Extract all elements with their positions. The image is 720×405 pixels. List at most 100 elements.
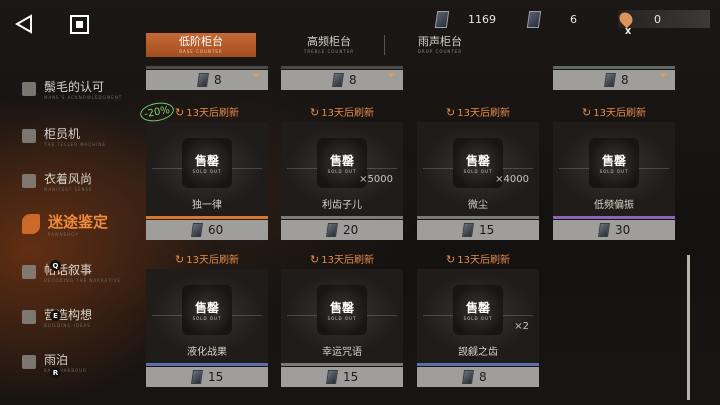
item-display: 售罄 SOLD OUT 独一律 xyxy=(146,122,268,218)
refresh-timer-text: 13天后刷新 xyxy=(321,255,374,266)
tab-base-counter[interactable]: 低阶柜台 BASE COUNTER xyxy=(146,33,256,57)
refresh-timer-text: 13天后刷新 xyxy=(457,255,510,266)
teller-icon xyxy=(22,129,36,143)
refresh-timer: ↻ 13天后刷新 xyxy=(146,104,268,119)
tab-sub-label: DROP COUNTER xyxy=(417,48,463,54)
refresh-icon: ↻ xyxy=(446,106,456,119)
currency-card[interactable]: 1169 xyxy=(434,10,496,28)
sold-out-sub: SOLD OUT xyxy=(599,169,629,174)
sidebar-item-pawnshop[interactable]: 迷途鉴定 PAWNSHOP xyxy=(22,211,108,237)
item-display: 售罄 SOLD OUT 幸运咒语 xyxy=(281,269,403,365)
price-bar[interactable]: 15 xyxy=(146,367,268,387)
back-button[interactable] xyxy=(14,14,34,37)
refresh-icon: ↻ xyxy=(310,106,320,119)
item-quantity: ×2 xyxy=(514,321,529,332)
sold-out-label: 售罄 SOLD OUT xyxy=(146,299,268,321)
stop-square-icon xyxy=(76,21,83,28)
stop-button[interactable] xyxy=(70,15,89,34)
item-quantity: ×5000 xyxy=(359,174,393,185)
sidebar-item-fashion[interactable]: 衣着风尚 MANIFEST SENSE xyxy=(22,170,93,192)
sold-out-label: 售罄 SOLD OUT xyxy=(281,299,403,321)
item-accent-strip xyxy=(281,66,403,69)
price-value: 8 xyxy=(621,73,629,87)
currency-ticket[interactable]: 6 xyxy=(526,10,577,28)
rarity-accent-bar xyxy=(146,216,268,219)
price-bar[interactable]: 8 xyxy=(281,70,403,90)
ticket-currency-icon xyxy=(526,10,542,28)
rain-harbour-icon xyxy=(22,355,36,369)
item-display: 售罄 SOLD OUT ×2 觊觎之齿 xyxy=(417,269,539,365)
currency-value: 6 xyxy=(570,12,577,26)
card-currency-icon xyxy=(191,223,203,237)
scrollbar[interactable] xyxy=(687,255,690,400)
item-name: 利齿子儿 xyxy=(322,200,362,211)
sidebar-item-sub: MANIFEST SENSE xyxy=(44,187,93,192)
sold-out-text: 售罄 xyxy=(465,154,490,168)
mane-icon xyxy=(22,82,36,96)
sold-out-label: 售罄 SOLD OUT xyxy=(417,152,539,174)
narrative-icon xyxy=(22,265,36,279)
item-quantity: ×4000 xyxy=(495,174,529,185)
price-bar[interactable]: 60 xyxy=(146,220,268,240)
price-value: 30 xyxy=(615,223,631,237)
building-icon xyxy=(22,310,36,324)
shop-item-card[interactable]: ↻ 13天后刷新 售罄 SOLD OUT 低频偏振 30 xyxy=(553,104,675,240)
tab-treble-counter[interactable]: 高频柜台 TREBLE COUNTER xyxy=(274,33,384,57)
rarity-accent-bar xyxy=(281,363,403,366)
sidebar-item-narrative[interactable]: 帖话叙事 DECODING THE NARRATIVE xyxy=(22,261,121,283)
item-name: 幸运咒语 xyxy=(322,347,362,358)
refresh-icon: ↻ xyxy=(310,253,320,266)
key-hint-r: R xyxy=(50,367,61,378)
price-bar[interactable]: 8 xyxy=(553,70,675,90)
shop-item-card[interactable]: ↻ 13天后刷新 售罄 SOLD OUT ×5000 利齿子儿 20 xyxy=(281,104,403,240)
sidebar-item-mane[interactable]: 鬃毛的认可 MANE'S ACKNOWLEDGMENT xyxy=(22,78,122,100)
item-display: 售罄 SOLD OUT 低频偏振 xyxy=(553,122,675,218)
price-value: 20 xyxy=(343,223,359,237)
sold-out-text: 售罄 xyxy=(329,301,354,315)
price-value: 15 xyxy=(208,370,224,384)
card-currency-icon xyxy=(332,73,344,87)
triangle-marker-icon xyxy=(252,73,260,78)
currency-pin[interactable]: 0 X xyxy=(616,9,710,36)
fashion-icon xyxy=(22,174,36,188)
price-bar[interactable]: 8 xyxy=(417,367,539,387)
sidebar-item-teller[interactable]: 柜员机 THE TELLER MACHINE xyxy=(22,125,106,147)
triangle-marker-icon xyxy=(387,73,395,78)
refresh-icon: ↻ xyxy=(175,253,185,266)
card-currency-icon xyxy=(604,73,616,87)
item-display: 售罄 SOLD OUT ×4000 微尘 xyxy=(417,122,539,218)
refresh-timer: ↻ 13天后刷新 xyxy=(553,104,675,119)
tab-drop-counter[interactable]: 雨声柜台 DROP COUNTER xyxy=(385,33,495,57)
refresh-timer: ↻ 13天后刷新 xyxy=(417,251,539,266)
sold-out-label: 售罄 SOLD OUT xyxy=(281,152,403,174)
item-name: 微尘 xyxy=(468,200,488,211)
tab-sub-label: BASE COUNTER xyxy=(179,48,223,54)
price-bar[interactable]: 20 xyxy=(281,220,403,240)
tab-label: 高频柜台 xyxy=(307,34,351,48)
card-currency-icon xyxy=(462,370,474,384)
sidebar-item-sub: DECODING THE NARRATIVE xyxy=(44,278,121,283)
shop-item-card[interactable]: ↻ 13天后刷新售罄 SOLD OUT 独一律 60 xyxy=(146,104,268,240)
shop-item-card[interactable]: ↻ 13天后刷新售罄 SOLD OUT ×2 觊觎之齿 8 xyxy=(417,251,539,387)
price-value: 60 xyxy=(208,223,224,237)
sidebar-item-sub: MANE'S ACKNOWLEDGMENT xyxy=(44,95,123,100)
shop-item-card[interactable]: ↻ 13天后刷新售罄 SOLD OUT 幸运咒语 15 xyxy=(281,251,403,387)
key-hint-q: Q xyxy=(50,260,61,271)
price-bar[interactable]: 30 xyxy=(553,220,675,240)
price-bar[interactable]: 15 xyxy=(417,220,539,240)
price-value: 15 xyxy=(343,370,359,384)
price-bar[interactable]: 15 xyxy=(281,367,403,387)
refresh-icon: ↻ xyxy=(175,106,185,119)
sold-out-label: 售罄 SOLD OUT xyxy=(417,299,539,321)
refresh-timer: ↻ 13天后刷新 xyxy=(146,251,268,266)
price-bar[interactable]: 8 xyxy=(146,70,268,90)
key-hint-e: E xyxy=(50,310,61,321)
refresh-timer: ↻ 13天后刷新 xyxy=(417,104,539,119)
shop-item-card[interactable]: ↻ 13天后刷新 售罄 SOLD OUT 液化战果 15 xyxy=(146,251,268,387)
sidebar-item-label: 鬃毛的认可 xyxy=(44,80,105,94)
refresh-timer-text: 13天后刷新 xyxy=(186,255,239,266)
shop-item-card[interactable]: ↻ 13天后刷新售罄 SOLD OUT ×4000 微尘 15 xyxy=(417,104,539,240)
item-name: 低频偏振 xyxy=(594,200,634,211)
card-currency-icon xyxy=(462,223,474,237)
sold-out-label: 售罄 SOLD OUT xyxy=(146,152,268,174)
